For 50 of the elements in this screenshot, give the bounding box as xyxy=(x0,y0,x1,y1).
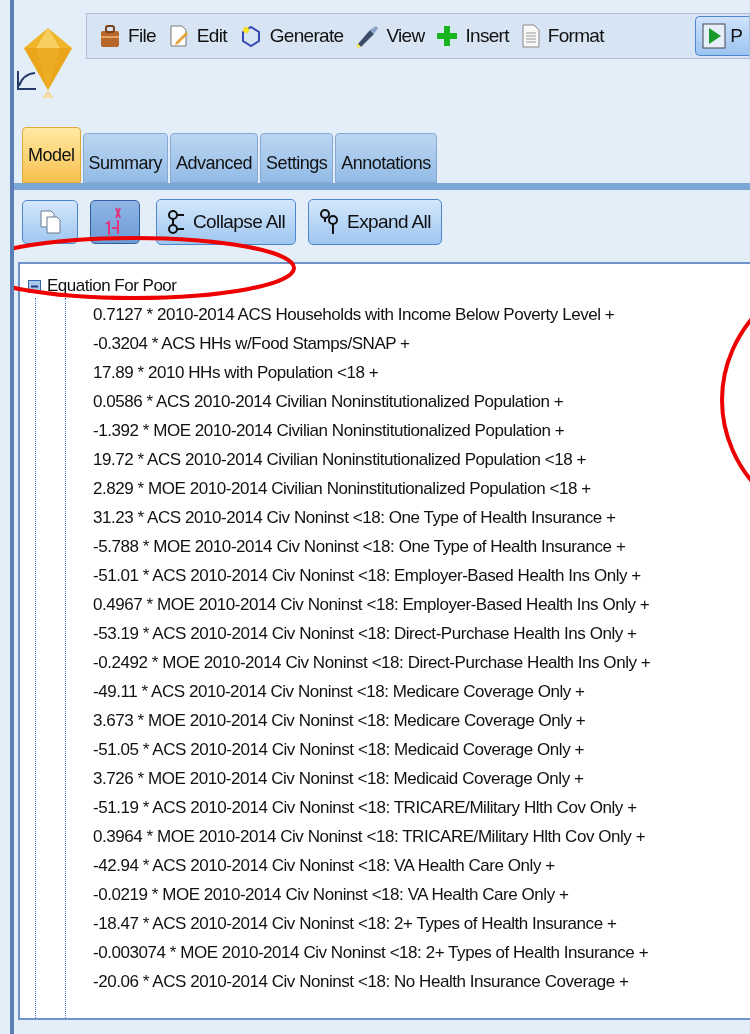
plus-icon xyxy=(436,25,459,47)
tab[interactable]: Summary xyxy=(82,133,169,183)
menu-item[interactable]: Insert xyxy=(432,16,517,56)
equation-term: -20.06 * ACS 2010-2014 Civ Noninst <18: No Health Insurance Coverage + xyxy=(93,971,630,993)
equation-term: 0.4967 * MOE 2010-2014 Civ Noninst <18: Employer-Based Health Ins Only + xyxy=(93,594,651,616)
equation-term: -0.3204 * ACS HHs w/Food Stamps/SNAP + xyxy=(93,333,411,355)
equation-term: -0.003074 * MOE 2010-2014 Civ Noninst <18: 2+ Types of Health Insurance + xyxy=(93,942,650,964)
tab[interactable]: Annotations xyxy=(335,133,437,183)
copy-button[interactable] xyxy=(22,200,78,244)
collapse-icon xyxy=(167,209,185,235)
equation-term: -0.2492 * MOE 2010-2014 Civ Noninst <18: Direct-Purchase Health Ins Only + xyxy=(93,652,652,674)
tab[interactable]: Model xyxy=(22,127,81,183)
equation-term: -18.47 * ACS 2010-2014 Civ Noninst <18: 2+ Types of Health Insurance + xyxy=(93,913,618,935)
document-icon xyxy=(520,24,541,48)
menu-item[interactable]: File xyxy=(95,16,164,56)
equation-term: 31.23 * ACS 2010-2014 Civ Noninst <18: One Type of Health Insurance + xyxy=(93,507,617,529)
equation-term: 17.89 * 2010 HHs with Population <18 + xyxy=(93,362,380,384)
edit-icon xyxy=(167,24,190,48)
menu-item[interactable]: View xyxy=(351,16,433,56)
expand-icon xyxy=(319,208,340,236)
menu-item[interactable]: Format xyxy=(516,16,612,56)
copy-icon xyxy=(39,209,61,235)
tab[interactable]: Advanced xyxy=(170,133,259,183)
equation-term: -42.94 * ACS 2010-2014 Civ Noninst <18: VA Health Care Only + xyxy=(93,855,556,877)
equation-term: -51.05 * ACS 2010-2014 Civ Noninst <18: Medicaid Coverage Only + xyxy=(93,739,585,761)
sort-button[interactable] xyxy=(90,200,140,244)
equation-term: 0.0586 * ACS 2010-2014 Civilian Noninstitutionalized Population + xyxy=(93,391,565,413)
tree-node-label[interactable]: Equation For Poor xyxy=(47,276,177,296)
preview-button[interactable]: P xyxy=(695,16,749,56)
collapse-button[interactable]: Collapse All xyxy=(156,199,297,245)
equation-term: 0.3964 * MOE 2010-2014 Civ Noninst <18: TRICARE/Military Hlth Cov Only + xyxy=(93,826,647,848)
equation-term: -53.19 * ACS 2010-2014 Civ Noninst <18: Direct-Purchase Health Ins Only + xyxy=(93,623,638,645)
briefcase-icon xyxy=(99,24,121,48)
equation-term: 3.726 * MOE 2010-2014 Civ Noninst <18: Medicaid Coverage Only + xyxy=(93,768,585,790)
equation-term: 0.7127 * 2010-2014 ACS Households with Income Below Poverty Level + xyxy=(93,304,616,326)
equation-term: -1.392 * MOE 2010-2014 Civilian Noninstitutionalized Population + xyxy=(93,420,566,442)
equation-term: 3.673 * MOE 2010-2014 Civ Noninst <18: Medicare Coverage Only + xyxy=(93,710,587,732)
equation-term: -0.0219 * MOE 2010-2014 Civ Noninst <18: VA Health Care Only + xyxy=(93,884,570,906)
curve-icon xyxy=(16,70,38,90)
menu-item[interactable]: Generate xyxy=(234,16,352,56)
equation-term: -5.788 * MOE 2010-2014 Civ Noninst <18: One Type of Health Insurance + xyxy=(93,536,627,558)
equation-term: -51.01 * ACS 2010-2014 Civ Noninst <18: Employer-Based Health Ins Only + xyxy=(93,565,642,587)
tab[interactable]: Settings xyxy=(260,133,334,183)
equation-term: -49.11 * ACS 2010-2014 Civ Noninst <18: Medicare Coverage Only + xyxy=(93,681,586,703)
equation-term: -51.19 * ACS 2010-2014 Civ Noninst <18: TRICARE/Military Hlth Cov Only + xyxy=(93,797,638,819)
equation-term: 2.829 * MOE 2010-2014 Civilian Noninstitutionalized Population <18 + xyxy=(93,478,592,500)
play-icon xyxy=(702,23,727,49)
equation-term: 19.72 * ACS 2010-2014 Civilian Noninstitutionalized Population <18 + xyxy=(93,449,587,471)
expand-button[interactable]: Expand All xyxy=(308,199,442,245)
menu-item[interactable]: Edit xyxy=(163,16,235,56)
